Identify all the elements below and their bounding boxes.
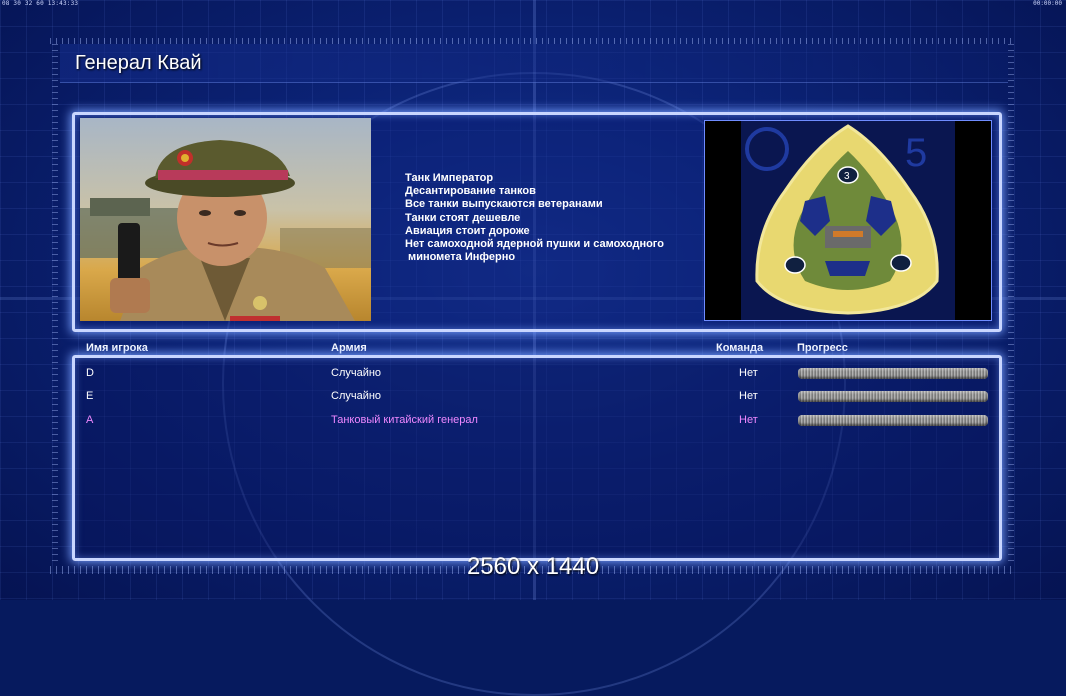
general-portrait xyxy=(80,118,371,321)
feature-line: миномета Инферно xyxy=(405,251,516,264)
column-header-progress: Прогресс xyxy=(797,342,848,354)
player-name: A xyxy=(86,414,94,426)
map-preview: 5 3 xyxy=(704,120,992,321)
header-band xyxy=(60,44,1008,83)
player-name: D xyxy=(86,367,94,379)
player-progress-bar xyxy=(798,368,988,379)
map-marker-label: 3 xyxy=(844,171,850,182)
player-progress-bar xyxy=(798,391,988,402)
debug-readout-right: 00:00:00 xyxy=(1033,0,1062,7)
feature-line: Нет самоходной ядерной пушки и самоходно… xyxy=(405,238,664,251)
table-row: A Танковый китайский генерал Нет xyxy=(0,410,1066,430)
player-progress-bar xyxy=(798,415,988,426)
column-header-team: Команда xyxy=(716,342,764,354)
player-team: Нет xyxy=(739,367,758,379)
svg-text:5: 5 xyxy=(905,131,927,175)
page-title: Генерал Квай xyxy=(75,52,202,74)
debug-readout-left: 08 30 32 60 13:43:33 xyxy=(2,0,79,7)
player-army: Случайно xyxy=(331,390,382,402)
player-army: Танковый китайский генерал xyxy=(331,414,478,426)
feature-line: Авиация стоит дороже xyxy=(405,224,530,237)
feature-line: Десантирование танков xyxy=(405,185,536,198)
frame-ruler-right xyxy=(1008,44,1014,564)
player-name: E xyxy=(86,390,94,402)
feature-line: Все танки выпускаются ветеранами xyxy=(405,198,603,211)
player-team: Нет xyxy=(739,390,758,402)
column-header-army: Армия xyxy=(331,342,367,354)
player-team: Нет xyxy=(739,414,758,426)
frame-ruler-left xyxy=(52,44,58,564)
table-row: E Случайно Нет xyxy=(0,386,1066,406)
feature-line: Танки стоят дешевле xyxy=(405,211,521,224)
resolution-label: 2560 x 1440 xyxy=(466,553,600,580)
feature-line: Танк Император xyxy=(405,172,494,184)
general-features-list: Танк Император Десантирование танков Все… xyxy=(405,172,664,264)
column-header-player-name: Имя игрока xyxy=(86,342,148,354)
table-row: D Случайно Нет xyxy=(0,363,1066,383)
player-army: Случайно xyxy=(331,367,382,379)
